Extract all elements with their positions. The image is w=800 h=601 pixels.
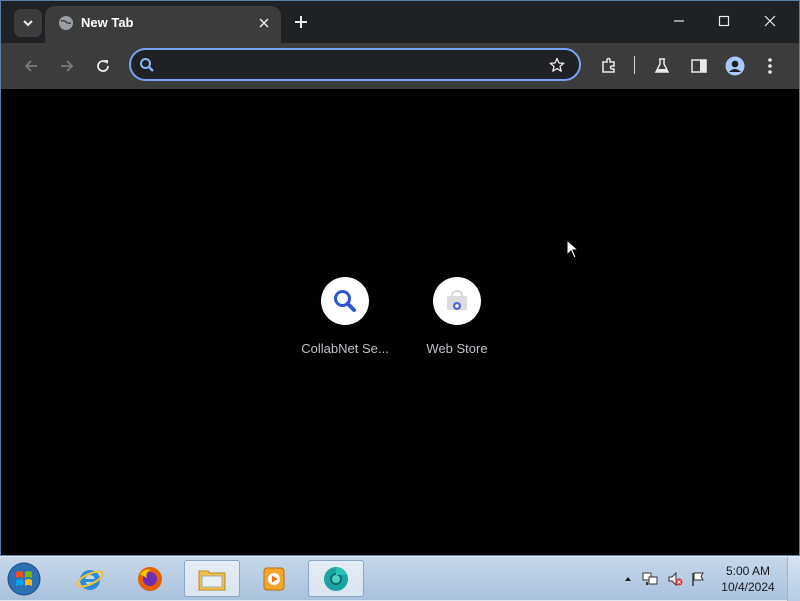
tab-close-button[interactable] (255, 14, 273, 32)
arrow-right-icon (61, 60, 74, 72)
bookmark-button[interactable] (547, 55, 567, 75)
arrow-left-icon (24, 60, 37, 72)
taskbar-media-player[interactable] (246, 560, 302, 597)
tray-volume[interactable] (667, 571, 683, 587)
show-hidden-icons-button[interactable] (620, 571, 636, 587)
internet-explorer-icon (76, 569, 104, 590)
shortcut-icon-tile (433, 277, 481, 325)
reload-icon (97, 60, 109, 72)
taskbar-firefox[interactable] (122, 560, 178, 597)
taskbar-file-explorer[interactable] (184, 560, 240, 597)
browser-window: New Tab CollabNet Se... Web Store (0, 0, 800, 556)
star-icon (549, 57, 565, 72)
volume-muted-icon (668, 571, 683, 587)
avatar-icon (725, 56, 745, 76)
search-icon (334, 290, 356, 312)
taskbar: 5:00 AM 10/4/2024 (0, 556, 800, 601)
shortcut-collabnet[interactable]: CollabNet Se... (289, 277, 401, 367)
toolbar-divider (634, 56, 635, 74)
search-icon (140, 58, 154, 72)
side-panel-icon (691, 59, 707, 73)
chrome-canary-icon (324, 566, 348, 591)
tab-search-button[interactable] (14, 9, 42, 37)
close-icon (259, 18, 269, 28)
flag-icon (692, 572, 704, 586)
plus-icon (295, 16, 307, 28)
network-icon (642, 572, 658, 585)
labs-button[interactable] (649, 53, 675, 79)
maximize-button[interactable] (701, 7, 747, 35)
back-button[interactable] (18, 53, 44, 79)
mouse-cursor-icon (566, 239, 580, 259)
address-input[interactable] (161, 55, 545, 77)
windows-logo-icon (7, 562, 41, 596)
forward-button[interactable] (54, 53, 80, 79)
address-bar[interactable] (129, 48, 581, 81)
tab-title: New Tab (81, 15, 134, 30)
tab-strip: New Tab (1, 1, 799, 43)
firefox-icon (138, 566, 162, 591)
menu-button[interactable] (757, 53, 783, 79)
shortcut-label: Web Store (426, 341, 488, 356)
start-button[interactable] (4, 560, 44, 598)
shortcut-label: CollabNet Se... (301, 341, 389, 356)
flask-icon (654, 58, 670, 73)
reload-button[interactable] (90, 53, 116, 79)
web-store-icon (447, 289, 467, 310)
close-icon (764, 15, 776, 27)
toolbar (1, 43, 799, 89)
close-window-button[interactable] (747, 7, 793, 35)
puzzle-icon (602, 57, 615, 73)
side-panel-button[interactable] (686, 53, 712, 79)
clock-time: 5:00 AM (725, 564, 771, 578)
tray-network[interactable] (642, 571, 658, 587)
taskbar-chrome-canary[interactable] (308, 560, 364, 597)
minimize-icon (674, 20, 684, 22)
chevron-down-icon (23, 20, 33, 27)
kebab-menu-icon (768, 58, 772, 74)
tab-new-tab[interactable]: New Tab (45, 6, 281, 43)
folder-icon (198, 570, 226, 590)
show-desktop-button[interactable] (787, 557, 800, 601)
shortcut-web-store[interactable]: Web Store (401, 277, 513, 367)
globe-icon (59, 16, 73, 30)
shortcut-icon-tile (321, 277, 369, 325)
profile-button[interactable] (722, 53, 748, 79)
new-tab-page: CollabNet Se... Web Store (1, 89, 799, 555)
maximize-icon (718, 15, 730, 27)
chevron-up-icon (625, 577, 631, 581)
new-tab-button[interactable] (290, 11, 312, 33)
taskbar-clock[interactable]: 5:00 AM 10/4/2024 (712, 563, 784, 595)
extensions-button[interactable] (596, 53, 622, 79)
clock-date: 10/4/2024 (721, 580, 775, 594)
media-player-icon (263, 567, 285, 590)
tray-action-center[interactable] (690, 571, 706, 587)
taskbar-internet-explorer[interactable] (62, 560, 118, 597)
minimize-button[interactable] (656, 7, 702, 35)
